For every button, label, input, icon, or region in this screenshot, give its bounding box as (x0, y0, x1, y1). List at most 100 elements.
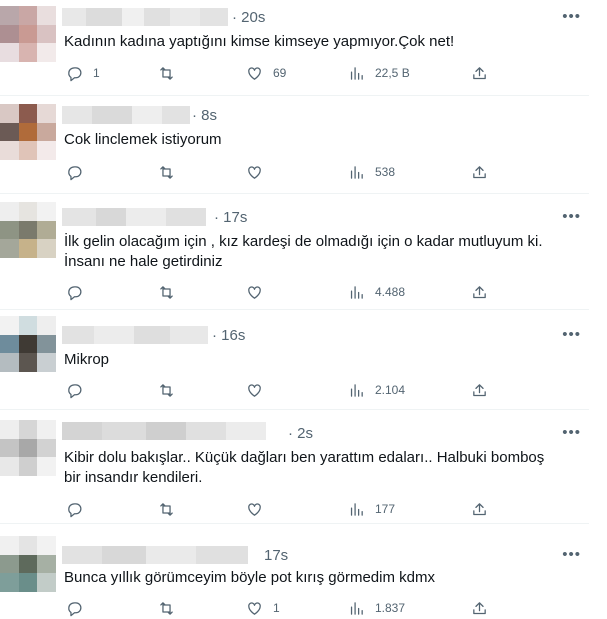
reply-button[interactable] (66, 162, 93, 182)
tweet[interactable]: · 17s ••• İlk gelin olacağım için , kız … (0, 194, 589, 310)
tweet[interactable]: · 16s ••• Mikrop 2.104 (0, 310, 589, 410)
reply-icon (68, 66, 82, 81)
views-icon (350, 285, 363, 299)
like-button[interactable]: 1 (246, 598, 280, 618)
share-icon (473, 502, 486, 515)
reply-icon (68, 285, 82, 300)
author-name[interactable] (62, 422, 266, 440)
retweet-button[interactable] (158, 282, 185, 302)
share-button[interactable] (471, 282, 488, 302)
tweet-actions: 1 69 22,5 B (66, 63, 496, 83)
reply-icon (68, 383, 82, 398)
heart-icon (248, 165, 261, 179)
heart-icon (248, 285, 261, 299)
tweet-text: Kadının kadına yaptığını kimse kimseye y… (64, 33, 455, 50)
tweet-actions: 177 (66, 499, 496, 519)
share-button[interactable] (471, 162, 488, 182)
share-button[interactable] (471, 63, 488, 83)
tweet-time[interactable]: · 16s (212, 327, 245, 345)
like-button[interactable] (246, 162, 273, 182)
reply-button[interactable] (66, 282, 93, 302)
retweet-button[interactable] (158, 63, 185, 83)
author-name[interactable] (62, 106, 190, 124)
heart-icon (248, 383, 261, 397)
tweet-actions: 4.488 (66, 282, 496, 302)
retweet-icon (160, 285, 173, 299)
heart-icon (248, 601, 261, 615)
avatar[interactable] (0, 104, 56, 160)
author-name[interactable] (62, 208, 206, 226)
tweet-text: Cok linclemek istiyorum (64, 131, 222, 148)
more-icon[interactable]: ••• (562, 547, 581, 562)
views-count: 177 (375, 502, 396, 516)
author-name[interactable] (62, 8, 228, 26)
views-button[interactable]: 1.837 (348, 598, 405, 618)
reply-icon (68, 601, 82, 616)
heart-icon (248, 502, 261, 516)
tweet-time[interactable]: · 8s (192, 107, 217, 125)
more-icon[interactable]: ••• (562, 425, 581, 440)
views-button[interactable]: 4.488 (348, 282, 405, 302)
tweet-time[interactable]: · 20s (232, 9, 265, 27)
views-icon (350, 502, 363, 516)
tweet-text: Mikrop (64, 351, 110, 368)
tweet-time[interactable]: · 17s (214, 209, 247, 227)
more-icon[interactable]: ••• (562, 327, 581, 342)
views-icon (350, 383, 363, 397)
more-icon[interactable]: ••• (562, 209, 581, 224)
author-name[interactable] (62, 326, 208, 344)
views-button[interactable]: 538 (348, 162, 395, 182)
views-count: 22,5 B (375, 66, 410, 80)
like-count: 69 (273, 66, 287, 80)
avatar[interactable] (0, 6, 56, 62)
share-button[interactable] (471, 380, 488, 400)
tweet[interactable]: · 2s ••• Kibir dolu bakışlar.. Küçük dağ… (0, 410, 589, 524)
reply-button[interactable] (66, 499, 93, 519)
tweet[interactable]: · 20s ••• Kadının kadına yaptığını kimse… (0, 0, 589, 96)
avatar[interactable] (0, 202, 56, 258)
views-button[interactable]: 22,5 B (348, 63, 410, 83)
tweet-actions: 2.104 (66, 380, 496, 400)
share-button[interactable] (471, 499, 488, 519)
tweet-actions: 538 (66, 162, 496, 182)
avatar[interactable] (0, 536, 56, 592)
retweet-icon (160, 66, 173, 80)
tweet-time[interactable]: 17s (264, 547, 288, 565)
reply-button[interactable] (66, 380, 93, 400)
author-name[interactable] (62, 546, 248, 564)
views-count: 4.488 (375, 285, 406, 299)
retweet-button[interactable] (158, 499, 185, 519)
retweet-button[interactable] (158, 598, 185, 618)
heart-icon (248, 66, 261, 80)
tweet-text: Kibir dolu bakışlar.. Küçük dağları ben … (64, 449, 545, 486)
reply-button[interactable] (66, 598, 93, 618)
avatar[interactable] (0, 316, 56, 372)
reply-count: 1 (93, 66, 100, 80)
views-count: 2.104 (375, 383, 406, 397)
like-button[interactable]: 69 (246, 63, 286, 83)
tweet[interactable]: 17s ••• Bunca yıllık görümceyim böyle po… (0, 524, 589, 619)
share-icon (473, 66, 486, 79)
reply-button[interactable]: 1 (66, 63, 100, 83)
views-button[interactable]: 177 (348, 499, 395, 519)
views-icon (350, 601, 363, 615)
tweet-time[interactable]: · 2s (288, 425, 313, 443)
reply-icon (68, 165, 82, 180)
retweet-icon (160, 383, 173, 397)
retweet-icon (160, 601, 173, 615)
views-count: 1.837 (375, 601, 406, 615)
retweet-button[interactable] (158, 380, 185, 400)
like-button[interactable] (246, 282, 273, 302)
like-button[interactable] (246, 380, 273, 400)
views-icon (350, 66, 363, 80)
share-button[interactable] (471, 598, 488, 618)
retweet-icon (160, 502, 173, 516)
retweet-button[interactable] (158, 162, 185, 182)
tweet[interactable]: · 8s Cok linclemek istiyorum 538 (0, 96, 589, 194)
like-button[interactable] (246, 499, 273, 519)
share-icon (473, 165, 486, 178)
views-button[interactable]: 2.104 (348, 380, 405, 400)
tweet-text: Bunca yıllık görümceyim böyle pot kırış … (64, 569, 435, 586)
more-icon[interactable]: ••• (562, 9, 581, 24)
avatar[interactable] (0, 420, 56, 476)
